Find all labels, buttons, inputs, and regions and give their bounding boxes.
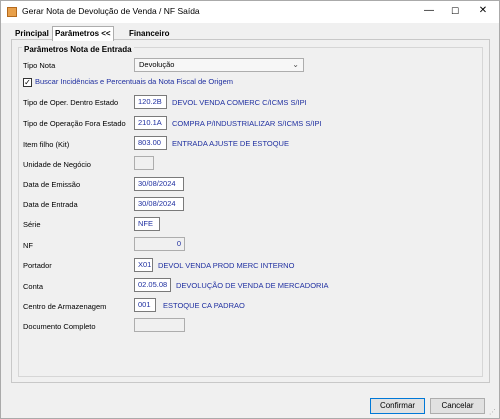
oper-fora-field[interactable]: 210.1A <box>134 116 167 130</box>
cancel-button[interactable]: Cancelar <box>430 398 485 414</box>
minimize-button[interactable]: — <box>420 3 438 19</box>
oper-fora-desc: COMPRA P/INDUSTRIALIZAR S/ICMS S/IPI <box>172 119 322 128</box>
nf-label: NF <box>23 241 33 250</box>
conta-desc: DEVOLUÇÃO DE VENDA DE MERCADORIA <box>176 281 329 290</box>
group-title: Parâmetros Nota de Entrada <box>22 45 134 54</box>
unidade-label: Unidade de Negócio <box>23 160 91 169</box>
tipo-nota-select[interactable]: Devolução ⌄ <box>134 58 304 72</box>
portador-field[interactable]: X01 <box>134 258 153 272</box>
item-filho-field[interactable]: 803.00 <box>134 136 167 150</box>
tipo-nota-value: Devolução <box>139 60 175 69</box>
maximize-button[interactable]: ☐ <box>446 3 464 19</box>
chevron-down-icon: ⌄ <box>292 60 299 69</box>
portador-label: Portador <box>23 261 52 270</box>
oper-dentro-field[interactable]: 120.2B <box>134 95 167 109</box>
resize-grip-icon[interactable]: ⋰ <box>489 408 497 416</box>
oper-dentro-desc: DEVOL VENDA COMERC C/ICMS S/IPI <box>172 98 307 107</box>
emissao-field[interactable]: 30/08/2024 <box>134 177 184 191</box>
centro-label: Centro de Armazenagem <box>23 302 107 311</box>
portador-desc: DEVOL VENDA PROD MERC INTERNO <box>158 261 295 270</box>
close-button[interactable]: ✕ <box>474 3 492 19</box>
nf-field[interactable]: 0 <box>134 237 185 251</box>
window-title: Gerar Nota de Devolução de Venda / NF Sa… <box>22 6 200 16</box>
unidade-field[interactable] <box>134 156 154 170</box>
buscar-checkbox-label[interactable]: Buscar Incidências e Percentuais da Nota… <box>35 77 233 86</box>
centro-desc: ESTOQUE CA PADRAO <box>163 301 245 310</box>
title-bar[interactable]: Gerar Nota de Devolução de Venda / NF Sa… <box>1 1 499 23</box>
conta-label: Conta <box>23 282 44 291</box>
entrada-label: Data de Entrada <box>23 200 78 209</box>
tab-parametros[interactable]: Parâmetros << <box>52 26 114 41</box>
emissao-label: Data de Emissão <box>23 180 81 189</box>
entrada-field[interactable]: 30/08/2024 <box>134 197 184 211</box>
serie-label: Série <box>23 220 41 229</box>
oper-dentro-label: Tipo de Oper. Dentro Estado <box>23 98 119 107</box>
tipo-nota-label: Tipo Nota <box>23 61 56 70</box>
centro-field[interactable]: 001 <box>134 298 156 312</box>
confirm-button[interactable]: Confirmar <box>370 398 425 414</box>
oper-fora-label: Tipo de Operação Fora Estado <box>23 119 126 128</box>
buscar-checkbox[interactable]: ✓ <box>23 78 32 87</box>
doc-completo-label: Documento Completo <box>23 322 96 331</box>
serie-field[interactable]: NFE <box>134 217 160 231</box>
dialog-window: Gerar Nota de Devolução de Venda / NF Sa… <box>0 0 500 419</box>
app-icon <box>7 7 17 17</box>
conta-field[interactable]: 02.05.08 <box>134 278 171 292</box>
doc-completo-field[interactable] <box>134 318 185 332</box>
tab-panel: Parâmetros Nota de Entrada <box>11 39 490 383</box>
item-filho-desc: ENTRADA AJUSTE DE ESTOQUE <box>172 139 289 148</box>
item-filho-label: Item filho (Kit) <box>23 140 70 149</box>
